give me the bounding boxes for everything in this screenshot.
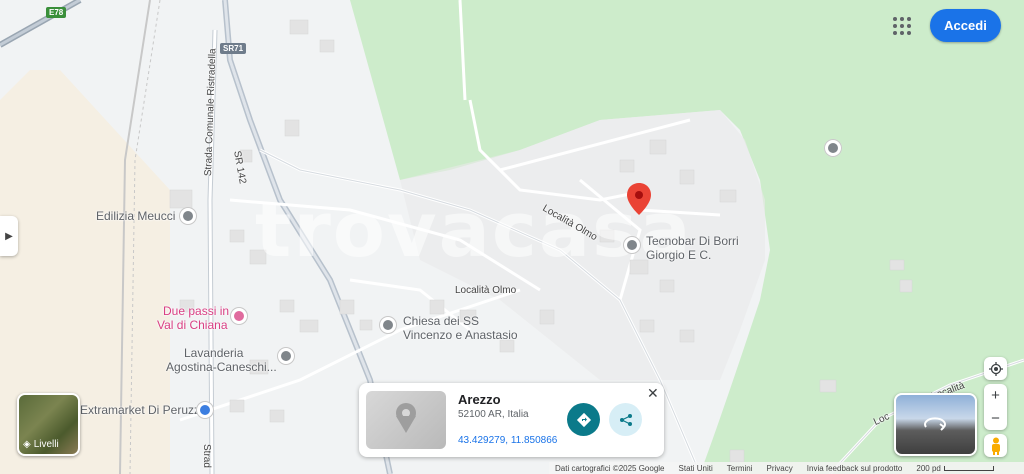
poi-tecnobar-line2: Giorgio E C. (646, 248, 712, 262)
place-info-card: Arezzo 52100 AR, Italia 43.429279, 11.85… (359, 383, 664, 457)
poi-due-passi[interactable]: Due passi in (163, 304, 229, 318)
map-data-credit: Dati cartografici ©2025 Google (555, 463, 665, 473)
my-location-button[interactable] (984, 357, 1007, 380)
directions-button[interactable] (567, 403, 600, 436)
privacy-link[interactable]: Privacy (767, 464, 793, 473)
apps-grid-icon[interactable] (890, 14, 914, 38)
terms-link[interactable]: Termini (727, 464, 753, 473)
pegman-button[interactable] (984, 434, 1007, 457)
feedback-link[interactable]: Invia feedback sul prodotto (807, 464, 903, 473)
road-label-localita-olmo-2: Località Olmo (455, 285, 517, 296)
map-pin-icon (396, 403, 416, 433)
scale-label: 200 pd (916, 463, 941, 473)
poi-lavanderia-line2: Agostina-Caneschi... (166, 360, 277, 374)
road-label-strad: Strad (201, 444, 212, 468)
share-icon (619, 413, 632, 426)
layers-label: Livelli (33, 439, 59, 450)
place-icon[interactable] (623, 236, 641, 254)
poi-edilizia-meucci[interactable]: Edilizia Meucci (96, 209, 175, 223)
place-icon[interactable] (824, 139, 842, 157)
place-icon[interactable] (277, 347, 295, 365)
pegman-icon (991, 437, 1000, 455)
share-button[interactable] (609, 403, 642, 436)
place-thumbnail[interactable] (366, 391, 446, 449)
close-icon[interactable]: ✕ (647, 385, 659, 402)
shopping-icon[interactable] (196, 401, 214, 419)
my-location-icon (988, 361, 1003, 376)
zoom-controls: + − (984, 384, 1007, 430)
poi-lavanderia[interactable]: Lavanderia (184, 346, 243, 360)
street-view-rotate-icon (924, 417, 946, 431)
poi-due-passi-line2: Val di Chiana (157, 318, 228, 332)
map-footer: Dati cartografici ©2025 Google Stati Uni… (549, 462, 1024, 474)
poi-tecnobar[interactable]: Tecnobar Di Borri (646, 234, 739, 248)
country-link[interactable]: Stati Uniti (679, 464, 713, 473)
layers-icon: ◈ (23, 439, 31, 450)
login-button[interactable]: Accedi (930, 9, 1001, 42)
road-shield-e78: E78 (46, 7, 67, 18)
location-marker-icon[interactable] (627, 183, 651, 215)
zoom-in-button[interactable]: + (984, 384, 1007, 407)
place-coordinates[interactable]: 43.429279, 11.850866 (458, 435, 557, 446)
place-address: 52100 AR, Italia (458, 409, 529, 420)
poi-chiesa-line2: Vincenzo e Anastasio (403, 328, 518, 342)
map-scale[interactable]: 200 pd (916, 463, 994, 473)
street-view-thumbnail[interactable] (894, 393, 977, 456)
place-title: Arezzo (458, 392, 501, 407)
expand-side-panel-button[interactable]: ▶ (0, 216, 18, 256)
layers-button[interactable]: ◈ Livelli (17, 393, 80, 456)
restaurant-icon[interactable] (230, 307, 248, 325)
poi-chiesa[interactable]: Chiesa dei SS (403, 314, 479, 328)
scale-bar (943, 465, 994, 471)
poi-extramarket[interactable]: Extramarket Di Peruzzi (80, 403, 203, 417)
directions-icon (576, 412, 591, 427)
road-shield-sr71: SR71 (220, 43, 247, 54)
place-icon[interactable] (179, 207, 197, 225)
church-icon[interactable] (379, 316, 397, 334)
chevron-right-icon: ▶ (5, 230, 13, 242)
zoom-out-button[interactable]: − (984, 407, 1007, 430)
